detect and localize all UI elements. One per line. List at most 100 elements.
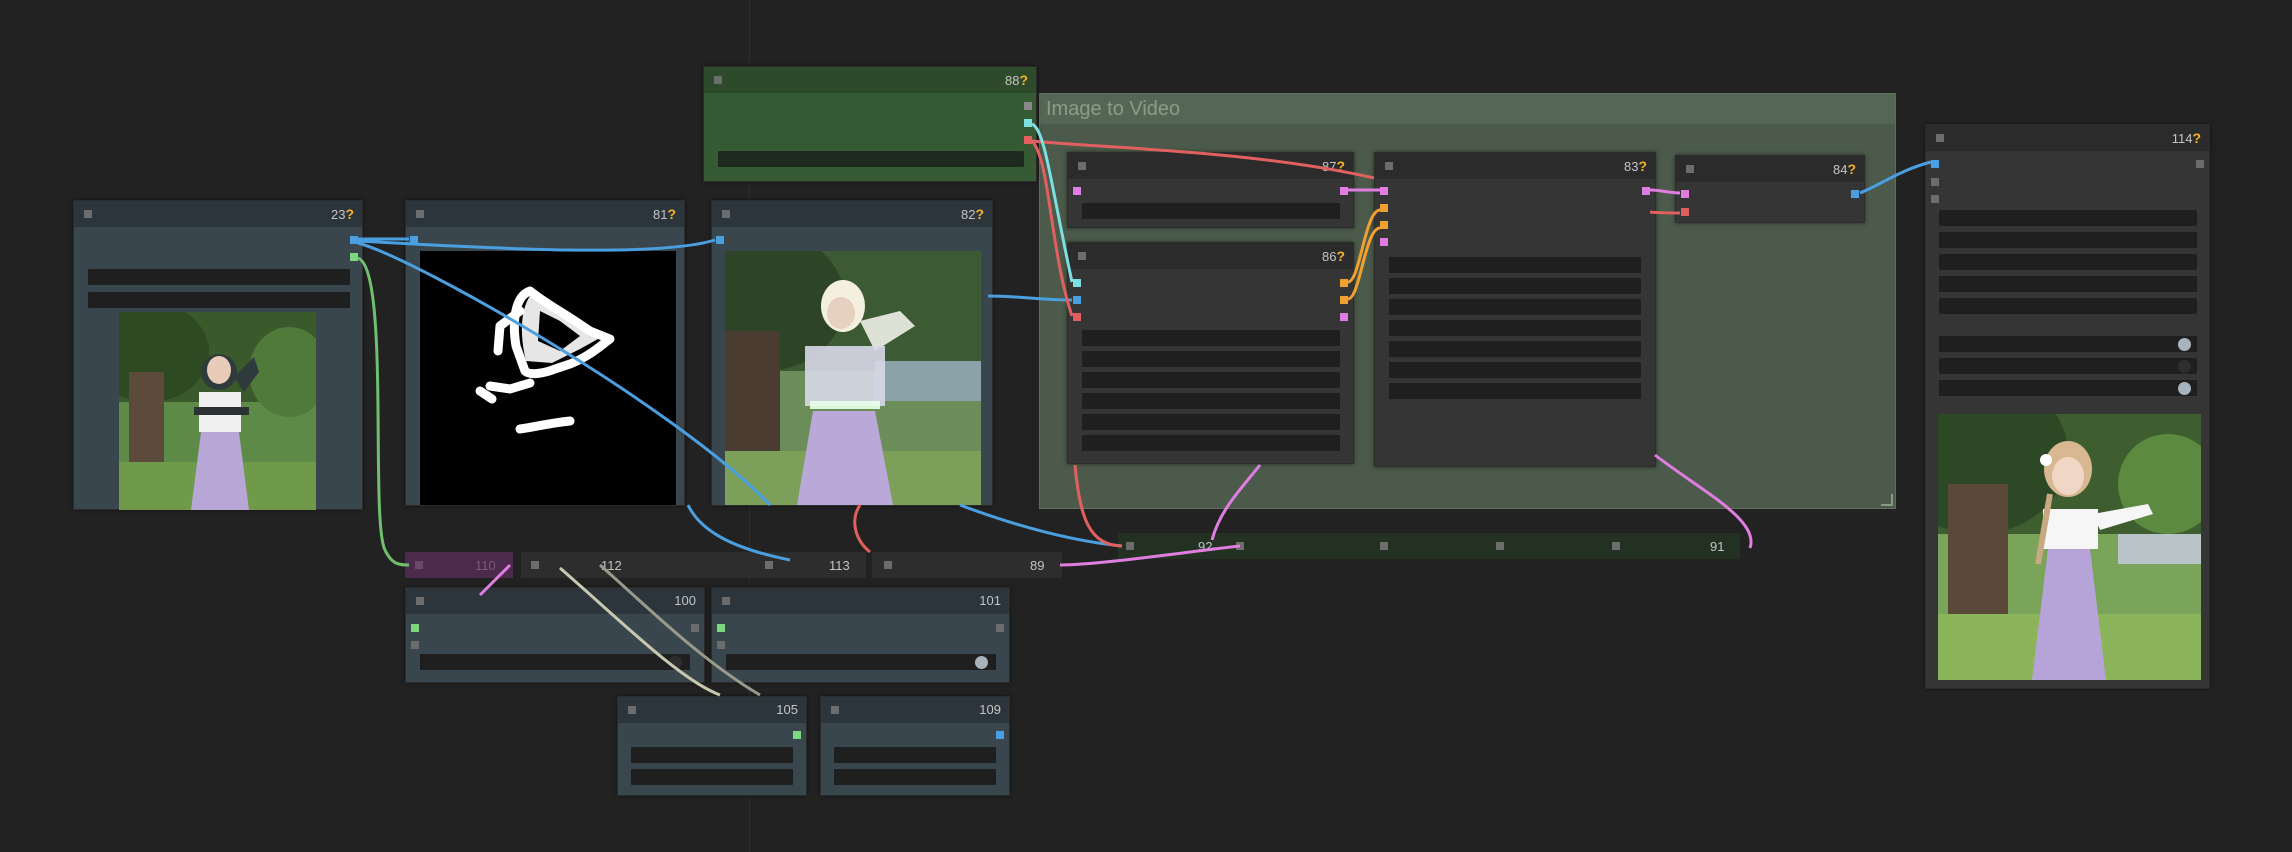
- widget-1[interactable]: [1389, 257, 1641, 273]
- output-slot[interactable]: [996, 731, 1004, 739]
- node-105[interactable]: 105: [617, 696, 807, 796]
- node-86[interactable]: 86?: [1067, 242, 1354, 464]
- toggle-knob[interactable]: [669, 656, 682, 669]
- node-header[interactable]: 84?: [1676, 156, 1864, 182]
- toggle-knob[interactable]: [975, 656, 988, 669]
- group-title[interactable]: Image to Video: [1040, 94, 1895, 124]
- node-header[interactable]: 86?: [1068, 243, 1353, 269]
- widget-2[interactable]: [631, 769, 793, 785]
- node-81-mask-preview[interactable]: 81?: [405, 200, 685, 506]
- node-88-field[interactable]: [718, 151, 1024, 167]
- collapse-toggle[interactable]: [714, 76, 722, 84]
- widget-4[interactable]: [1082, 393, 1340, 409]
- output-slot[interactable]: [793, 731, 801, 739]
- input-image-slot[interactable]: [410, 236, 418, 244]
- node-84[interactable]: 84?: [1675, 155, 1865, 223]
- node-87[interactable]: 87?: [1067, 152, 1354, 228]
- collapse-toggle[interactable]: [831, 706, 839, 714]
- node-header[interactable]: 83?: [1375, 153, 1655, 179]
- output-slot-2[interactable]: [1340, 296, 1348, 304]
- output-slot[interactable]: [1340, 187, 1348, 195]
- widget-3[interactable]: [1939, 254, 2197, 270]
- widget-1[interactable]: [1082, 330, 1340, 346]
- output-slot-1[interactable]: [1340, 279, 1348, 287]
- widget-3[interactable]: [1082, 372, 1340, 388]
- widget-4[interactable]: [1939, 276, 2197, 292]
- collapse-toggle[interactable]: [1236, 542, 1244, 550]
- toggle-2[interactable]: [1939, 358, 2197, 374]
- node-83[interactable]: 83?: [1374, 152, 1656, 467]
- node-header[interactable]: 100: [406, 588, 704, 614]
- toggle-field[interactable]: [726, 654, 996, 670]
- widget-7[interactable]: [1389, 383, 1641, 399]
- input-slot-2[interactable]: [411, 641, 419, 649]
- collapse-toggle[interactable]: [416, 597, 424, 605]
- input-slot-3[interactable]: [1073, 313, 1081, 321]
- collapse-toggle[interactable]: [722, 210, 730, 218]
- node-109[interactable]: 109: [820, 696, 1010, 796]
- widget-2[interactable]: [1939, 232, 2197, 248]
- widget-6[interactable]: [1389, 362, 1641, 378]
- collapse-toggle[interactable]: [628, 706, 636, 714]
- toggle-knob[interactable]: [2178, 360, 2191, 373]
- widget-1[interactable]: [631, 747, 793, 763]
- upload-button[interactable]: [88, 292, 350, 308]
- output-slot[interactable]: [1851, 190, 1859, 198]
- output-slot-1[interactable]: [1024, 102, 1032, 110]
- collapse-toggle[interactable]: [531, 561, 539, 569]
- collapse-toggle[interactable]: [1126, 542, 1134, 550]
- node-header[interactable]: 23?: [74, 201, 362, 227]
- input-slot-1[interactable]: [1681, 190, 1689, 198]
- output-image-slot[interactable]: [350, 236, 358, 244]
- node-114-output[interactable]: 114?: [1925, 124, 2210, 689]
- widget-3[interactable]: [1389, 299, 1641, 315]
- collapse-toggle[interactable]: [722, 597, 730, 605]
- input-slot-1[interactable]: [717, 624, 725, 632]
- output-slot-2[interactable]: [1024, 119, 1032, 127]
- node-header[interactable]: 81?: [406, 201, 684, 227]
- input-slot-1[interactable]: [411, 624, 419, 632]
- text-field[interactable]: [1082, 203, 1340, 219]
- node-89-collapsed[interactable]: 89: [872, 552, 1062, 578]
- node-23-load-image[interactable]: 23?: [73, 200, 363, 510]
- widget-5[interactable]: [1939, 298, 2197, 314]
- output-slot[interactable]: [2196, 160, 2204, 168]
- input-slot-4[interactable]: [1380, 238, 1388, 246]
- widget-2[interactable]: [834, 769, 996, 785]
- collapse-toggle[interactable]: [1078, 252, 1086, 260]
- input-slot-3[interactable]: [1380, 221, 1388, 229]
- input-image-slot[interactable]: [1931, 160, 1939, 168]
- input-slot-1[interactable]: [1380, 187, 1388, 195]
- output-slot-3[interactable]: [1024, 136, 1032, 144]
- collapse-toggle[interactable]: [1936, 134, 1944, 142]
- reroute-handle[interactable]: [1612, 542, 1620, 550]
- node-91-collapsed[interactable]: 91: [1232, 533, 1740, 559]
- input-image-slot[interactable]: [716, 236, 724, 244]
- input-slot-1[interactable]: [1073, 279, 1081, 287]
- input-slot-2[interactable]: [1931, 178, 1939, 186]
- input-slot-2[interactable]: [1073, 296, 1081, 304]
- widget-2[interactable]: [1389, 278, 1641, 294]
- collapse-toggle[interactable]: [415, 561, 423, 569]
- node-92-collapsed[interactable]: 92: [1118, 533, 1238, 559]
- node-header[interactable]: 101: [712, 588, 1009, 614]
- node-header[interactable]: 82?: [712, 201, 992, 227]
- node-112-collapsed[interactable]: 112: [521, 552, 641, 578]
- widget-1[interactable]: [834, 747, 996, 763]
- output-slot[interactable]: [1642, 187, 1650, 195]
- reroute-handle[interactable]: [1496, 542, 1504, 550]
- toggle-field[interactable]: [420, 654, 690, 670]
- input-slot-3[interactable]: [1931, 195, 1939, 203]
- reroute-handle[interactable]: [1380, 542, 1388, 550]
- node-100[interactable]: 100: [405, 587, 705, 683]
- toggle-knob[interactable]: [2178, 338, 2191, 351]
- node-header[interactable]: 105: [618, 697, 806, 723]
- group-resize-handle[interactable]: [1881, 494, 1893, 506]
- output-mask-slot[interactable]: [350, 253, 358, 261]
- output-slot-3[interactable]: [1340, 313, 1348, 321]
- output-slot[interactable]: [996, 624, 1004, 632]
- node-88[interactable]: 88?: [703, 66, 1037, 182]
- collapse-toggle[interactable]: [1078, 162, 1086, 170]
- collapse-toggle[interactable]: [1686, 165, 1694, 173]
- collapse-toggle[interactable]: [416, 210, 424, 218]
